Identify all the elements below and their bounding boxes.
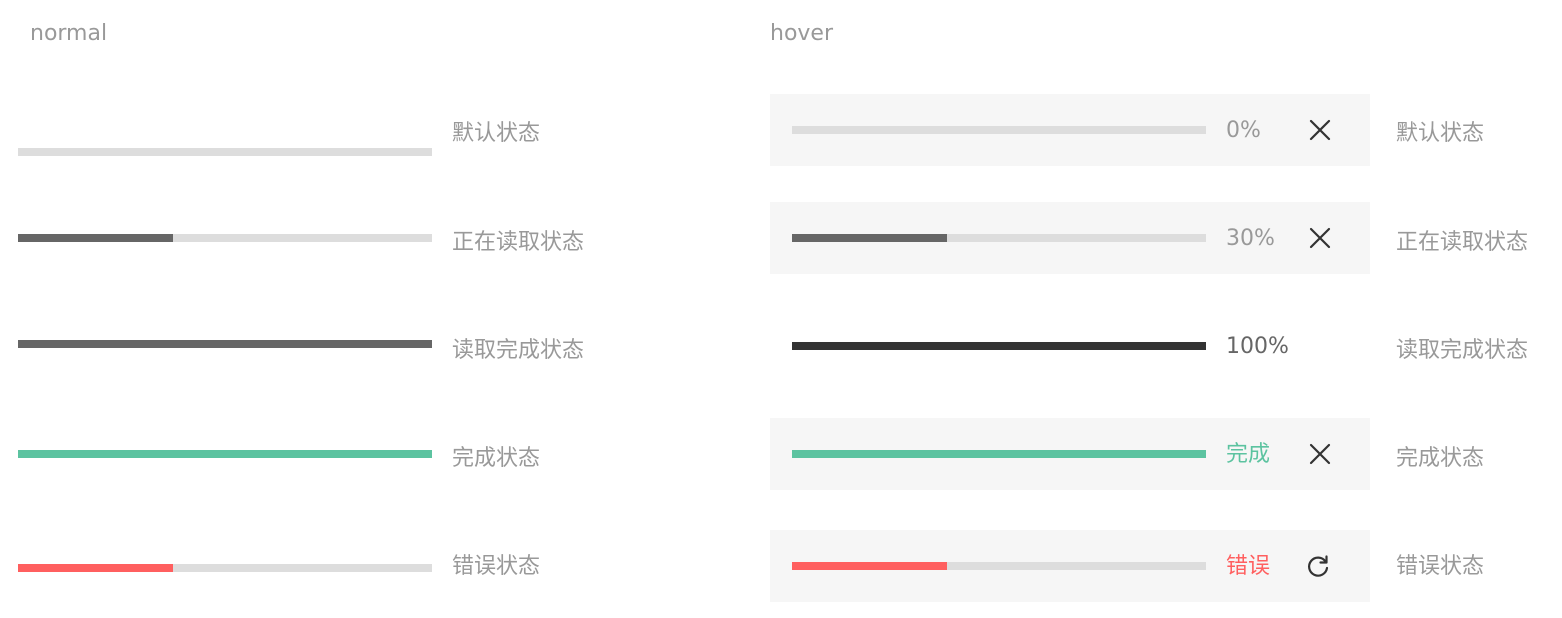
progress-track	[792, 234, 1206, 242]
progress-track	[18, 340, 432, 348]
state-label: 默认状态	[452, 121, 541, 146]
progress-value: 30%	[1226, 226, 1275, 251]
progress-track	[792, 342, 1206, 350]
progress-track	[18, 148, 432, 156]
progress-fill	[18, 234, 174, 242]
progress-fill	[18, 564, 174, 572]
state-label: 完成状态	[452, 446, 541, 471]
progress-track	[18, 450, 432, 458]
progress-fill	[792, 342, 1206, 350]
state-label: 正在读取状态	[452, 230, 585, 255]
state-label: 错误状态	[452, 554, 541, 579]
progress-value: 错误	[1226, 554, 1271, 579]
normal-column-title: normal	[30, 21, 108, 46]
state-label: 错误状态	[1396, 554, 1485, 579]
progress-track	[18, 234, 432, 242]
progress-track	[792, 126, 1206, 134]
state-label: 完成状态	[1396, 446, 1485, 471]
state-label: 读取完成状态	[1396, 338, 1529, 363]
progress-track	[792, 450, 1206, 458]
state-label: 读取完成状态	[452, 338, 585, 363]
progress-fill	[792, 450, 1206, 458]
progress-fill	[18, 340, 432, 348]
progress-fill	[18, 450, 432, 458]
progress-track	[18, 564, 432, 572]
close-icon[interactable]	[1306, 440, 1334, 468]
progress-value: 完成	[1226, 442, 1271, 467]
progress-value: 0%	[1226, 118, 1261, 143]
state-label: 正在读取状态	[1396, 230, 1529, 255]
close-icon[interactable]	[1306, 224, 1334, 252]
progress-fill	[792, 562, 948, 570]
close-icon[interactable]	[1306, 116, 1334, 144]
progress-value: 100%	[1226, 334, 1289, 359]
hover-column-title: hover	[770, 21, 834, 46]
progress-track	[792, 562, 1206, 570]
retry-icon[interactable]	[1304, 552, 1332, 580]
progress-fill	[792, 234, 948, 242]
state-label: 默认状态	[1396, 121, 1485, 146]
